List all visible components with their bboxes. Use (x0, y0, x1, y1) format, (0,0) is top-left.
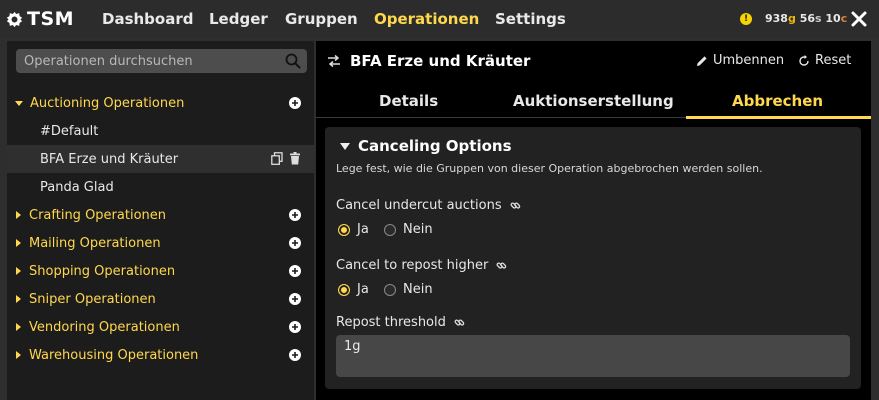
radio-unselected-icon (384, 283, 396, 296)
operation-label: BFA Erze und Kräuter (40, 151, 179, 167)
group-label: Sniper Operationen (29, 291, 156, 307)
nav-dashboard[interactable]: Dashboard (102, 10, 193, 28)
nav-operationen[interactable]: Operationen (374, 10, 479, 28)
radio-label: Nein (403, 282, 433, 297)
add-operation-icon[interactable] (289, 209, 301, 221)
repost-threshold-box (336, 335, 850, 377)
setting-label-repost: Cancel to repost higher (336, 258, 507, 273)
radio-label: Ja (357, 222, 369, 237)
search-box (16, 49, 307, 73)
group-shopping[interactable]: Shopping Operationen (7, 257, 314, 285)
group-label: Mailing Operationen (29, 235, 161, 251)
link-icon[interactable] (496, 260, 507, 271)
nav-settings[interactable]: Settings (495, 10, 566, 28)
add-operation-icon[interactable] (289, 237, 301, 249)
chevron-down-icon[interactable] (15, 100, 23, 106)
chevron-right-icon[interactable] (16, 323, 21, 331)
add-operation-icon[interactable] (289, 97, 301, 109)
group-mailing[interactable]: Mailing Operationen (7, 229, 314, 257)
operation-title: BFA Erze und Kräuter (350, 52, 531, 70)
group-label: Auctioning Operationen (30, 95, 185, 111)
copper-amount: 10 (825, 12, 841, 25)
group-vendoring[interactable]: Vendoring Operationen (7, 313, 314, 341)
repost-yes-radio[interactable]: Ja (338, 282, 369, 297)
group-label: Warehousing Operationen (29, 347, 199, 363)
logo-text: TSM (27, 8, 75, 30)
setting-label-text: Cancel undercut auctions (336, 198, 502, 213)
chevron-right-icon[interactable] (16, 351, 21, 359)
radio-unselected-icon (384, 223, 396, 236)
radio-selected-icon (338, 283, 350, 296)
section-title[interactable]: Canceling Options (358, 137, 512, 155)
group-sniper[interactable]: Sniper Operationen (7, 285, 314, 313)
add-operation-icon[interactable] (289, 265, 301, 277)
group-crafting[interactable]: Crafting Operationen (7, 201, 314, 229)
group-label: Crafting Operationen (29, 207, 167, 223)
tsm-logo: TSM (6, 8, 74, 30)
group-auctioning[interactable]: Auctioning Operationen (7, 89, 314, 117)
chevron-right-icon[interactable] (16, 239, 21, 247)
operation-header: BFA Erze und Kräuter Umbennen Reset (316, 41, 871, 81)
operation-label: Panda Glad (40, 179, 114, 195)
link-icon[interactable] (454, 317, 465, 328)
copper-unit: c (840, 12, 848, 25)
active-tab-indicator (686, 116, 871, 119)
link-icon[interactable] (510, 200, 521, 211)
rename-label: Umbennen (713, 53, 785, 68)
chevron-right-icon[interactable] (16, 295, 21, 303)
setting-label-text: Cancel to repost higher (336, 258, 489, 273)
operation-label: #Default (40, 123, 99, 139)
group-label: Vendoring Operationen (29, 319, 180, 335)
close-icon[interactable] (850, 9, 868, 29)
radio-selected-icon (338, 223, 350, 236)
row-actions (271, 152, 301, 165)
repost-no-radio[interactable]: Nein (384, 282, 433, 297)
duplicate-icon[interactable] (271, 152, 283, 165)
gold-unit: g (787, 12, 796, 25)
search-icon[interactable] (285, 53, 301, 69)
reset-icon (799, 54, 809, 66)
nav-ledger[interactable]: Ledger (209, 10, 268, 28)
section-description: Lege fest, wie die Gruppen von dieser Op… (336, 162, 763, 175)
radio-label: Ja (357, 282, 369, 297)
setting-label-text: Repost threshold (336, 315, 446, 330)
gold-amount: 938 (765, 12, 788, 25)
silver-unit: s (815, 12, 822, 25)
nav-gruppen[interactable]: Gruppen (285, 10, 358, 28)
operation-item-default[interactable]: #Default (7, 117, 314, 145)
rename-button[interactable]: Umbennen (696, 53, 784, 68)
setting-label-undercut: Cancel undercut auctions (336, 198, 521, 213)
chevron-right-icon[interactable] (16, 211, 21, 219)
repost-threshold-input[interactable] (344, 337, 834, 355)
tab-abbrechen[interactable]: Abbrechen (732, 92, 823, 110)
gear-logo-icon (6, 11, 23, 27)
undercut-yes-radio[interactable]: Ja (338, 222, 369, 237)
operation-item-bfa[interactable]: BFA Erze und Kräuter (7, 145, 314, 173)
undercut-no-radio[interactable]: Nein (384, 222, 433, 237)
move-icon (328, 54, 340, 68)
reset-label: Reset (815, 53, 852, 68)
alert-icon[interactable]: ! (740, 13, 752, 25)
delete-icon[interactable] (289, 152, 301, 165)
pencil-icon (697, 55, 707, 66)
tab-auktionserstellung[interactable]: Auktionserstellung (513, 92, 674, 110)
collapse-section-icon[interactable] (340, 143, 350, 150)
silver-amount: 56 (799, 12, 815, 25)
add-operation-icon[interactable] (289, 321, 301, 333)
setting-label-threshold: Repost threshold (336, 315, 465, 330)
gold-display: 938g 56s 10c (765, 12, 847, 25)
group-warehousing[interactable]: Warehousing Operationen (7, 341, 314, 369)
add-operation-icon[interactable] (289, 293, 301, 305)
chevron-right-icon[interactable] (16, 267, 21, 275)
add-operation-icon[interactable] (289, 349, 301, 361)
group-label: Shopping Operationen (29, 263, 176, 279)
radio-label: Nein (403, 222, 433, 237)
tab-details[interactable]: Details (379, 92, 438, 110)
reset-button[interactable]: Reset (798, 53, 851, 68)
operation-item-panda[interactable]: Panda Glad (7, 173, 314, 201)
search-input[interactable] (24, 49, 284, 73)
